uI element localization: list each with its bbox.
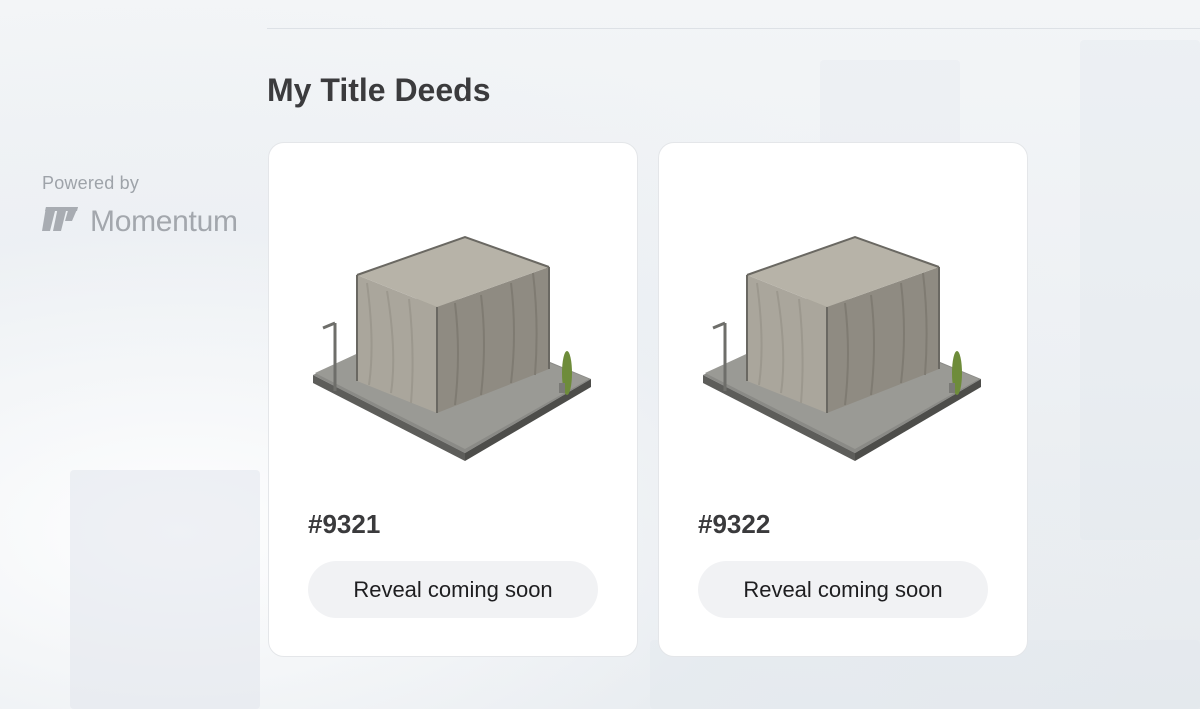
deed-id: #9321 (308, 509, 381, 539)
brand-name: Momentum (90, 204, 238, 238)
page-title: My Title Deeds (267, 72, 491, 108)
reveal-button[interactable]: Reveal coming soon (308, 561, 598, 618)
scaffolded-building-image (305, 203, 605, 473)
momentum-logo-icon (40, 202, 82, 241)
powered-by-label: Powered by (42, 173, 140, 193)
momentum-brand[interactable]: Momentum (40, 202, 238, 241)
deed-id: #9322 (698, 509, 771, 539)
scaffolded-building-image (695, 203, 995, 473)
deed-card[interactable]: #9321 Reveal coming soon (268, 142, 638, 657)
header-divider (267, 28, 1200, 29)
reveal-button[interactable]: Reveal coming soon (698, 561, 988, 618)
deed-card[interactable]: #9322 Reveal coming soon (658, 142, 1028, 657)
